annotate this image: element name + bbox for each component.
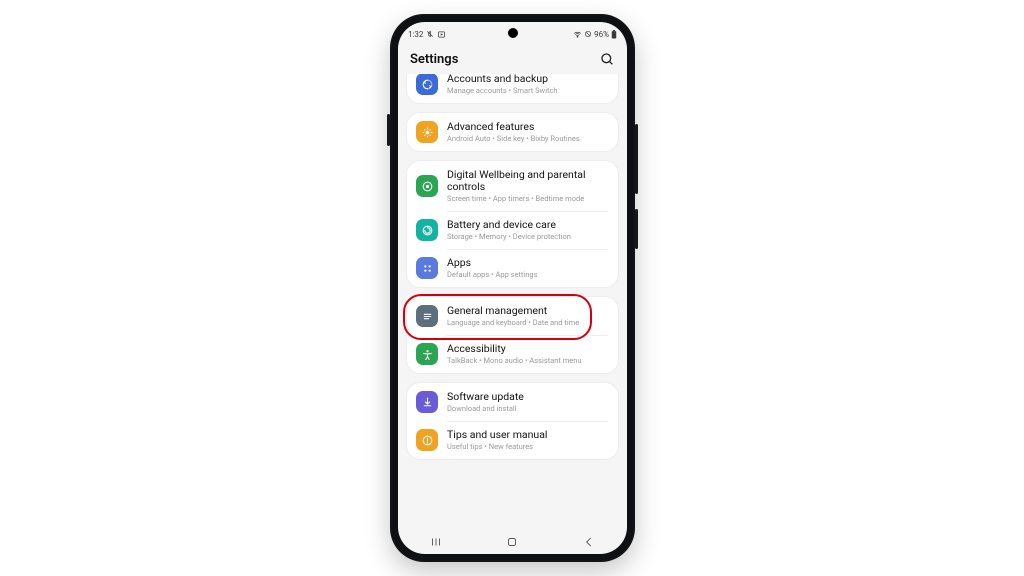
settings-row-accounts[interactable]: Accounts and backupManage accounts • Sma… — [407, 74, 618, 103]
apps-icon — [416, 257, 438, 279]
settings-row-subtitle: Language and keyboard • Date and time — [447, 318, 609, 327]
settings-row-subtitle: Default apps • App settings — [447, 270, 609, 279]
wellbeing-icon — [416, 175, 438, 197]
navigation-bar — [398, 530, 627, 554]
settings-row-label: General management — [447, 305, 609, 317]
settings-row-label: Battery and device care — [447, 219, 609, 231]
search-button[interactable] — [599, 51, 615, 67]
screen: 1:32 96% — [398, 22, 627, 554]
volume-button — [635, 124, 638, 194]
settings-group: Software updateDownload and installTips … — [406, 382, 619, 460]
swupdate-icon — [416, 391, 438, 413]
settings-row-swupdate[interactable]: Software updateDownload and install — [407, 383, 618, 421]
settings-row-label: Software update — [447, 391, 609, 403]
settings-row-accessibility[interactable]: AccessibilityTalkBack • Mono audio • Ass… — [407, 335, 618, 373]
general-icon — [416, 305, 438, 327]
settings-group: Digital Wellbeing and parental controlsS… — [406, 160, 619, 288]
settings-row-subtitle: Useful tips • New features — [447, 442, 609, 451]
settings-header: Settings — [398, 44, 627, 74]
nav-back-button[interactable] — [569, 535, 609, 549]
settings-row-subtitle: TalkBack • Mono audio • Assistant menu — [447, 356, 609, 365]
accessibility-icon — [416, 343, 438, 365]
status-time: 1:32 — [408, 30, 423, 39]
dnd-icon — [584, 30, 592, 38]
settings-row-label: Apps — [447, 257, 609, 269]
accounts-icon — [416, 74, 438, 95]
settings-row-wellbeing[interactable]: Digital Wellbeing and parental controlsS… — [407, 161, 618, 211]
settings-row-advanced[interactable]: Advanced featuresAndroid Auto • Side key… — [407, 113, 618, 151]
phone-frame: 1:32 96% — [390, 14, 635, 562]
settings-row-label: Advanced features — [447, 121, 609, 133]
advanced-icon — [416, 121, 438, 143]
settings-row-label: Accessibility — [447, 343, 609, 355]
settings-row-tips[interactable]: Tips and user manualUseful tips • New fe… — [407, 421, 618, 459]
nav-recents-button[interactable] — [416, 535, 456, 549]
settings-row-label: Accounts and backup — [447, 74, 609, 85]
settings-list: Accounts and backupManage accounts • Sma… — [398, 74, 627, 530]
battery-icon — [611, 30, 617, 39]
settings-row-general[interactable]: General managementLanguage and keyboard … — [407, 297, 618, 335]
side-button — [387, 114, 390, 146]
power-button — [635, 209, 638, 249]
settings-group: General managementLanguage and keyboard … — [406, 296, 619, 374]
settings-row-subtitle: Screen time • App timers • Bedtime mode — [447, 194, 609, 203]
settings-row-label: Tips and user manual — [447, 429, 609, 441]
status-battery-text: 96% — [594, 30, 609, 39]
wifi-icon — [573, 30, 582, 39]
page-title: Settings — [410, 52, 458, 67]
tips-icon — [416, 429, 438, 451]
settings-row-label: Digital Wellbeing and parental controls — [447, 169, 609, 193]
status-bar: 1:32 96% — [398, 22, 627, 44]
settings-row-subtitle: Android Auto • Side key • Bixby Routines — [447, 134, 609, 143]
settings-row-subtitle: Download and install — [447, 404, 609, 413]
nav-home-button[interactable] — [492, 535, 532, 549]
settings-row-subtitle: Storage • Memory • Device protection — [447, 232, 609, 241]
settings-row-apps[interactable]: AppsDefault apps • App settings — [407, 249, 618, 287]
settings-group: Accounts and backupManage accounts • Sma… — [406, 74, 619, 104]
mute-icon — [426, 30, 434, 38]
media-icon — [437, 30, 446, 39]
settings-row-subtitle: Manage accounts • Smart Switch — [447, 86, 609, 95]
settings-group: Advanced featuresAndroid Auto • Side key… — [406, 112, 619, 152]
devicecare-icon — [416, 219, 438, 241]
settings-row-devicecare[interactable]: Battery and device careStorage • Memory … — [407, 211, 618, 249]
